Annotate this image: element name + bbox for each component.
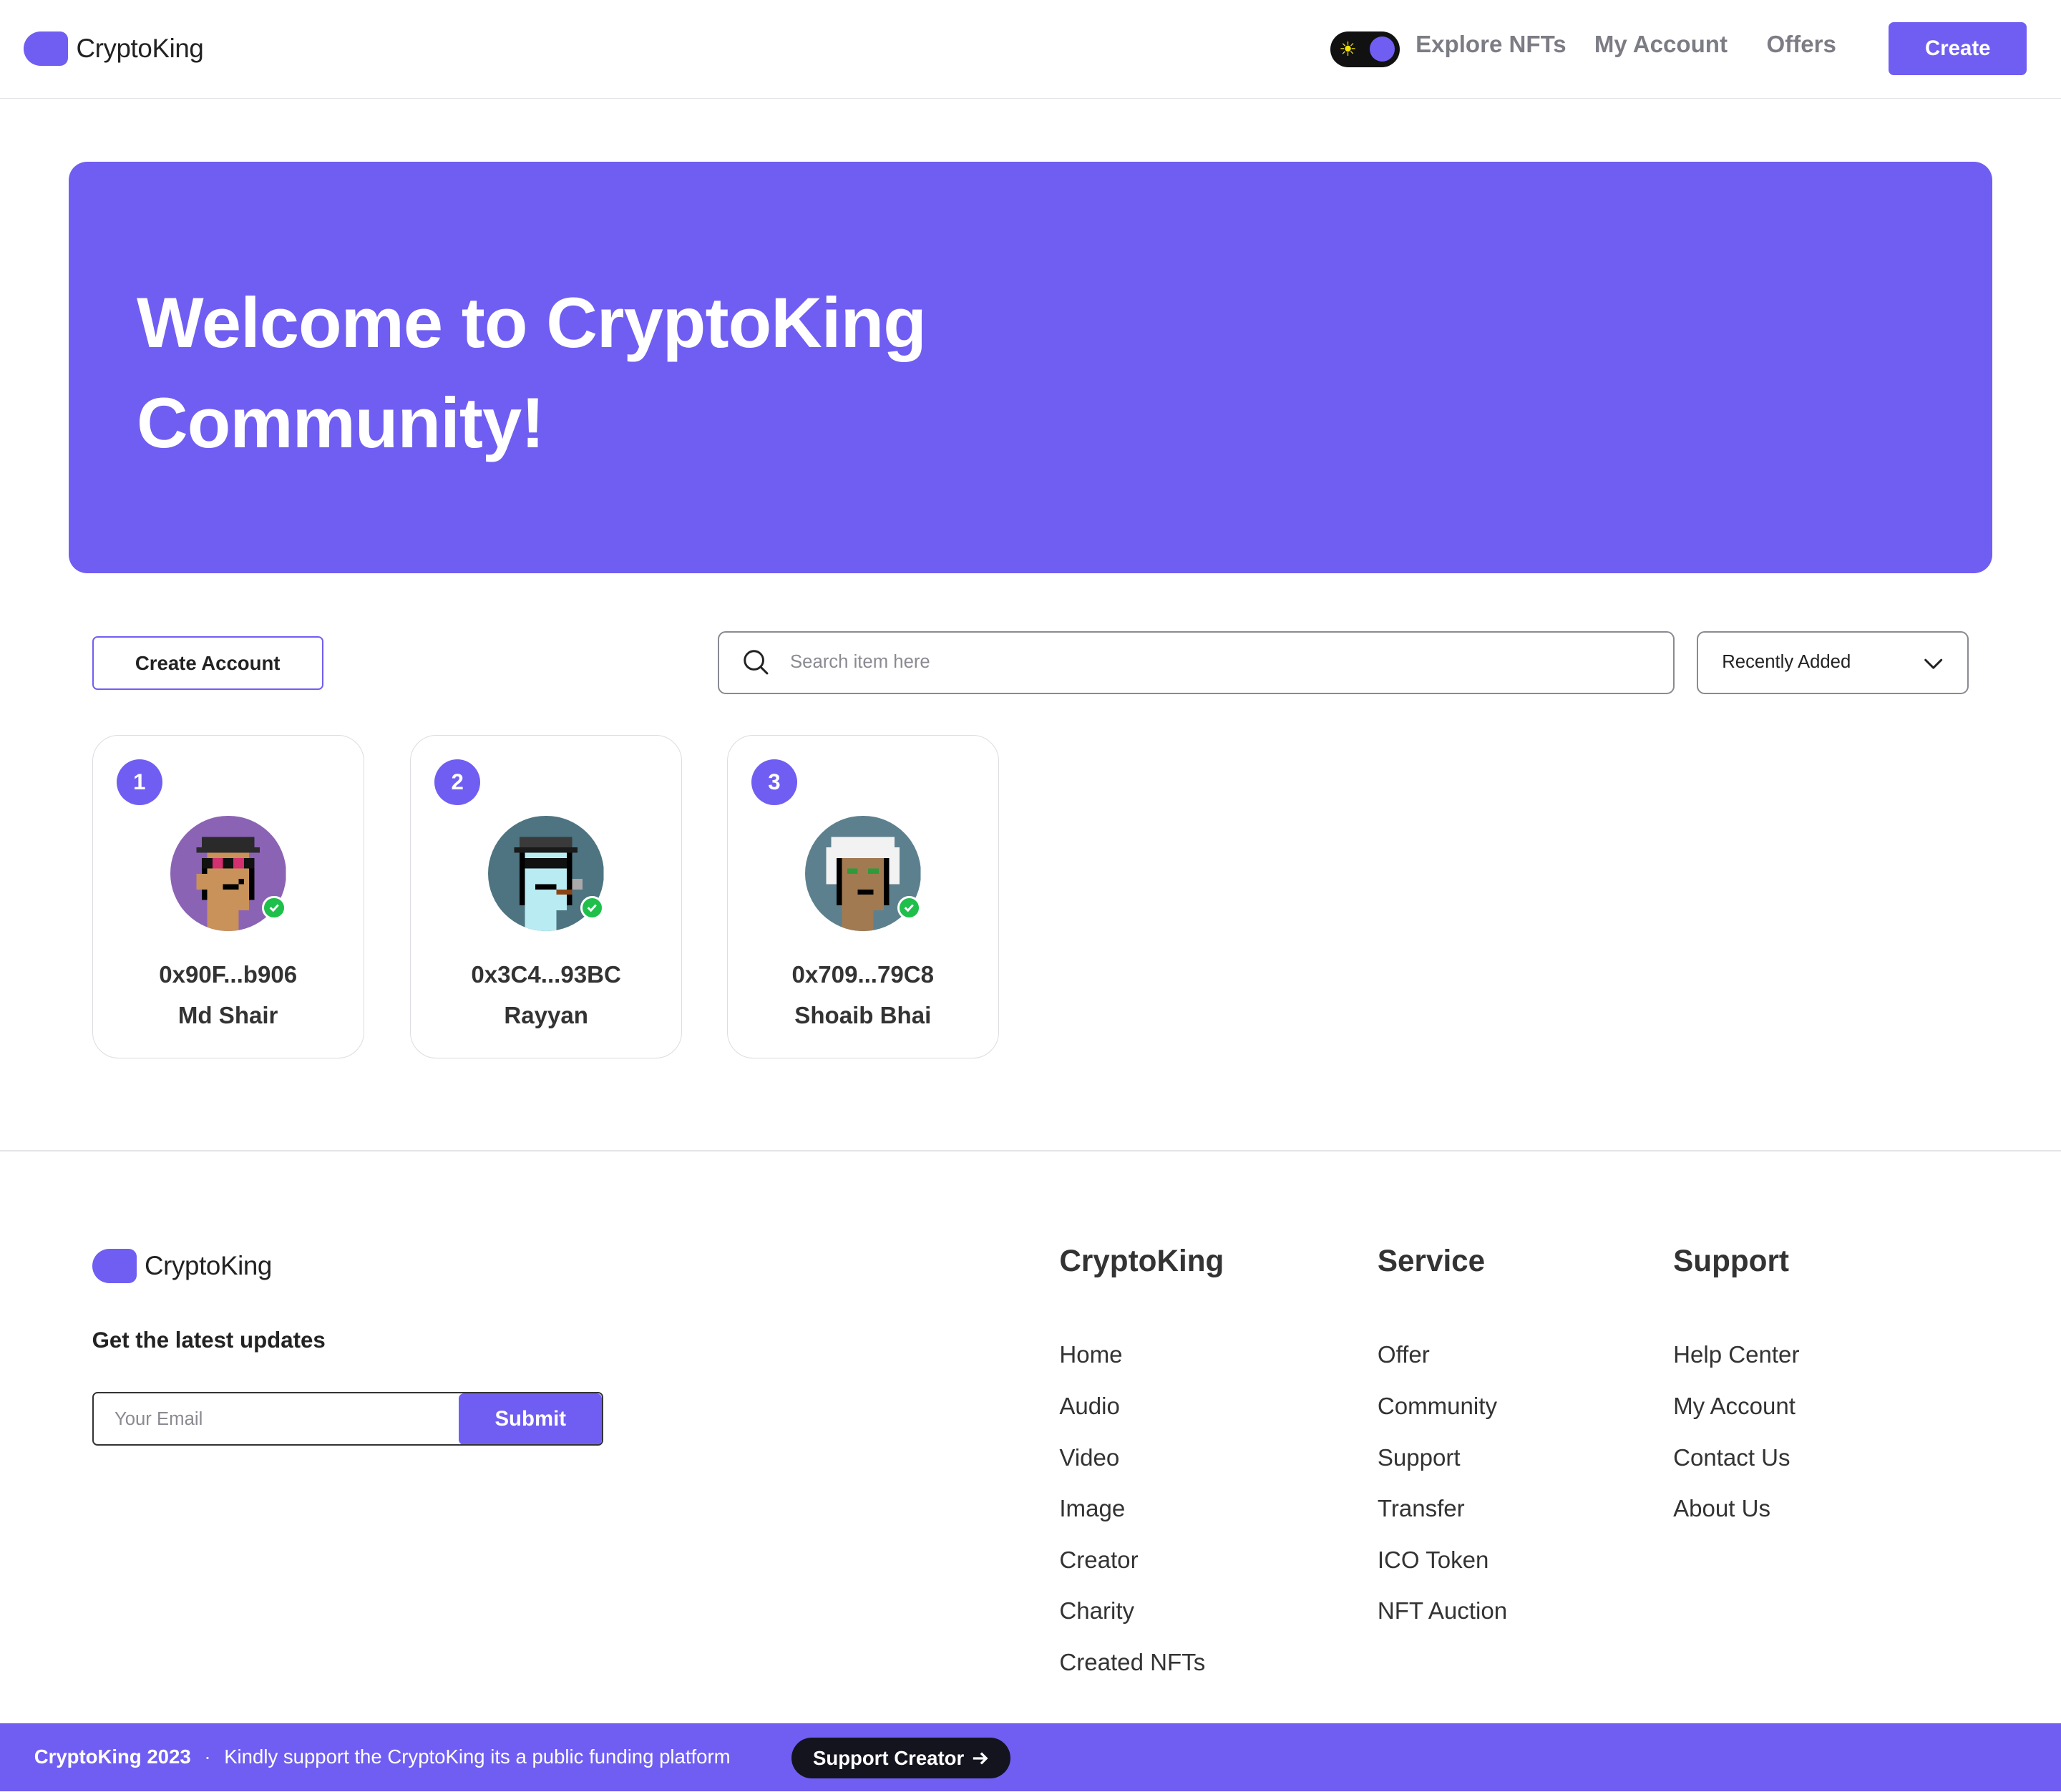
creator-name: Shoaib Bhai [794,1002,932,1029]
footer-link-transfer[interactable]: Transfer [1378,1496,1465,1523]
logo-mark-icon [92,1248,137,1283]
submit-button[interactable]: Submit [459,1393,603,1445]
email-field[interactable] [114,1403,457,1436]
verified-badge-icon [262,895,286,920]
toggle-knob [1369,36,1395,62]
creator-card[interactable]: 3 0x709...79C8 Shoaib Bhai [726,734,999,1058]
creator-address: 0x3C4...93BC [471,961,621,988]
footer-column-title: CryptoKing [1059,1243,1224,1277]
creator-address: 0x90F...b906 [159,961,298,988]
logo-mark-icon [24,31,69,66]
search-input[interactable] [790,643,1645,683]
hero-banner: Welcome to CryptoKing Community! [68,161,1993,573]
footer-link-created-nfts[interactable]: Created NFTs [1059,1650,1205,1677]
bottom-support-bar: CryptoKing 2023 · Kindly support the Cry… [0,1723,2061,1792]
footer-link-image[interactable]: Image [1059,1496,1125,1523]
footer-link-video[interactable]: Video [1059,1445,1119,1472]
newsletter-form: Submit [92,1392,604,1446]
newsletter-heading: Get the latest updates [92,1328,326,1353]
create-button[interactable]: Create [1889,22,2027,75]
create-account-button[interactable]: Create Account [92,636,323,691]
arrow-right-icon [973,1752,988,1765]
footer-column-title: Service [1377,1243,1486,1277]
footer-link-creator[interactable]: Creator [1059,1547,1138,1574]
top-navbar: CryptoKing ☀ Explore NFTs My Account Off… [0,0,2061,99]
nav-my-account[interactable]: My Account [1594,31,1728,59]
footer-logo-text: CryptoKing [145,1250,272,1280]
rank-badge: 1 [116,759,162,806]
rank-badge: 2 [434,759,481,806]
footer-logo[interactable]: CryptoKing [92,1248,272,1283]
separator: · [204,1745,211,1768]
creator-card[interactable]: 1 0x90F...b906 Md Shair [92,734,364,1058]
logo-text: CryptoKing [76,33,204,63]
sun-icon: ☀ [1339,38,1357,61]
nav-offers[interactable]: Offers [1767,31,1836,59]
copyright-text: CryptoKing 2023 [34,1745,191,1768]
chevron-down-icon [1924,658,1943,669]
hero-title-line2: Community! [137,383,545,463]
hero-title: Welcome to CryptoKing Community! [137,273,1136,473]
support-message: Kindly support the CryptoKing its a publ… [224,1745,731,1768]
footer-link-ico-token[interactable]: ICO Token [1378,1547,1489,1574]
footer-link-contact-us[interactable]: Contact Us [1673,1445,1790,1472]
footer-link-nft-auction[interactable]: NFT Auction [1378,1598,1507,1625]
support-creator-button[interactable]: Support Creator [791,1738,1011,1779]
footer-link-home[interactable]: Home [1059,1342,1122,1369]
support-creator-label: Support Creator [813,1746,965,1769]
sort-value: Recently Added [1722,652,1851,673]
footer-link-audio[interactable]: Audio [1059,1393,1120,1421]
sort-dropdown[interactable]: Recently Added [1697,630,1969,694]
verified-badge-icon [580,895,605,920]
creator-address: 0x709...79C8 [791,961,934,988]
verified-badge-icon [897,895,921,920]
creator-name: Rayyan [504,1002,588,1029]
bottom-bar-text: CryptoKing 2023 · Kindly support the Cry… [34,1745,731,1768]
creator-card[interactable]: 2 0x3C4...93BC Rayyan [410,734,683,1058]
footer-link-offer[interactable]: Offer [1378,1342,1430,1369]
footer-link-charity[interactable]: Charity [1059,1598,1134,1625]
creator-name: Md Shair [177,1002,278,1029]
footer-link-help-center[interactable]: Help Center [1673,1342,1799,1369]
nav-explore-nfts[interactable]: Explore NFTs [1416,31,1567,59]
footer-divider [0,1150,2061,1151]
logo[interactable]: CryptoKing [24,31,204,66]
search-icon [744,650,769,675]
hero-title-line1: Welcome to CryptoKing [137,283,927,364]
search-box [717,630,1675,694]
theme-toggle[interactable]: ☀ [1330,31,1400,67]
rank-badge: 3 [751,759,798,806]
footer-link-about-us[interactable]: About Us [1673,1496,1770,1523]
footer-column-title: Support [1673,1243,1789,1277]
footer-link-support[interactable]: Support [1378,1445,1461,1472]
footer-link-community[interactable]: Community [1378,1393,1497,1421]
footer-link-my-account[interactable]: My Account [1673,1393,1796,1421]
